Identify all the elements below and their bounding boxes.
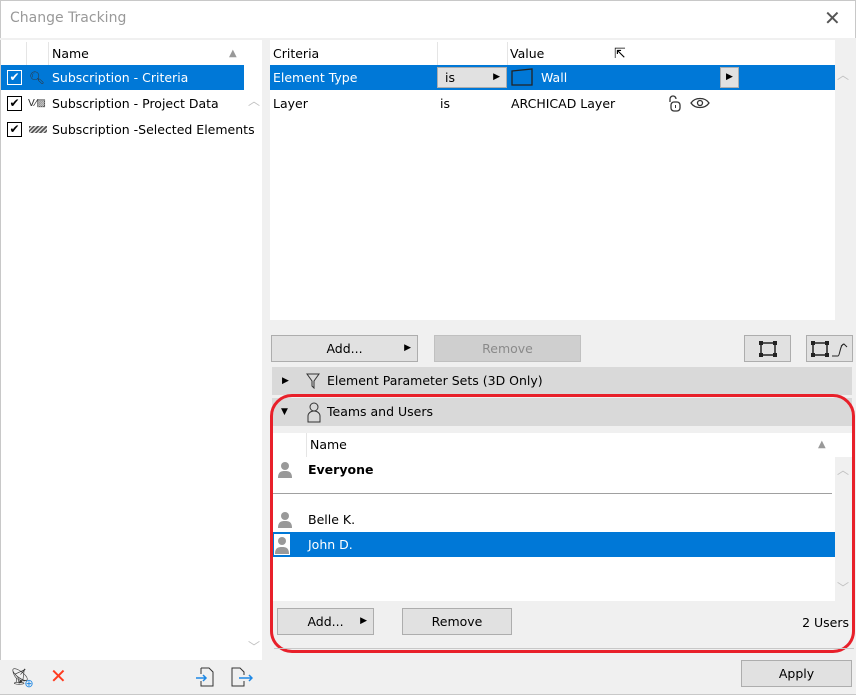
user-row[interactable]: John D. bbox=[273, 532, 835, 557]
filter-icon bbox=[306, 373, 320, 389]
unlock-icon bbox=[669, 95, 681, 112]
criteria-header: Criteria Value bbox=[270, 42, 835, 66]
user-name: Belle K. bbox=[308, 512, 356, 527]
import-icon[interactable] bbox=[196, 667, 214, 687]
criteria-value: Wall bbox=[541, 70, 568, 85]
criteria-remove-button[interactable]: Remove bbox=[434, 335, 581, 362]
subscription-label: Subscription - Criteria bbox=[52, 70, 189, 85]
mouse-cursor-icon: ⇱ bbox=[614, 46, 626, 62]
criteria-row[interactable]: Element Type is ▶ Wall ▶ bbox=[270, 65, 835, 90]
person-icon bbox=[274, 534, 290, 555]
user-count: 2 Users bbox=[802, 615, 849, 630]
criteria-name: Element Type bbox=[273, 70, 358, 85]
subscription-list[interactable]: Name ▲ ✔ 🔍︎ Subscription - Criteria ✔ V⁄… bbox=[0, 40, 262, 660]
criteria-operator: is bbox=[440, 96, 450, 111]
checkbox[interactable]: ✔ bbox=[7, 122, 22, 137]
criteria-column-header: Criteria bbox=[273, 46, 320, 61]
checkbox[interactable]: ✔ bbox=[7, 96, 22, 111]
subscription-list-header[interactable]: Name ▲ bbox=[1, 42, 244, 66]
person-icon bbox=[278, 462, 292, 478]
bounding-box-arrow-icon bbox=[810, 341, 847, 357]
export-icon[interactable] bbox=[231, 667, 254, 687]
bounding-box-icon bbox=[758, 341, 777, 357]
expand-arrow-icon[interactable]: ▶ bbox=[282, 367, 289, 395]
delete-icon[interactable]: ✕ bbox=[50, 664, 67, 688]
criteria-add-button[interactable]: Add... ▶ bbox=[271, 335, 418, 362]
select-bounds-button[interactable] bbox=[744, 335, 791, 362]
project-data-icon: V⁄▨ bbox=[28, 98, 46, 109]
section-title: Teams and Users bbox=[327, 404, 434, 419]
subscription-label: Subscription -Selected Elements bbox=[52, 122, 255, 137]
apply-button[interactable]: Apply bbox=[741, 660, 852, 687]
section-title: Element Parameter Sets (3D Only) bbox=[327, 373, 543, 388]
sort-ascending-icon: ▲ bbox=[818, 439, 826, 450]
window-title: Change Tracking bbox=[10, 10, 127, 26]
scroll-up-icon[interactable]: ︿ bbox=[248, 92, 260, 109]
criteria-search-icon: 🔍︎ bbox=[29, 70, 45, 85]
person-icon bbox=[278, 512, 292, 528]
users-list[interactable]: Name ▲ Everyone Belle K. John D. ︿ ﹀ bbox=[273, 433, 852, 601]
select-bounds-arrow-button[interactable] bbox=[806, 335, 853, 362]
sort-ascending-icon: ▲ bbox=[229, 48, 237, 59]
element-parameter-sets-section[interactable]: ▶ Element Parameter Sets (3D Only) bbox=[272, 367, 852, 395]
divider bbox=[273, 493, 832, 494]
users-add-button[interactable]: Add... ▶ bbox=[277, 608, 374, 635]
title-bar bbox=[0, 0, 856, 38]
criteria-table[interactable]: Criteria Value Element Type is ▶ Wall ▶ L… bbox=[270, 40, 852, 320]
hatch-selected-icon bbox=[29, 126, 47, 133]
criteria-name: Layer bbox=[273, 96, 308, 111]
close-icon[interactable]: ✕ bbox=[824, 6, 841, 30]
name-column-header: Name bbox=[52, 46, 89, 61]
operator-dropdown[interactable]: is ▶ bbox=[437, 67, 507, 88]
users-scrollbar[interactable]: ︿ ﹀ bbox=[835, 457, 852, 601]
value-dropdown-button[interactable]: ▶ bbox=[720, 67, 739, 88]
wall-icon bbox=[511, 68, 533, 86]
users-header: Name ▲ bbox=[273, 433, 835, 457]
scroll-down-icon[interactable]: ﹀ bbox=[248, 638, 260, 655]
subscription-item[interactable]: ✔ 🔍︎ Subscription - Criteria bbox=[1, 65, 244, 90]
user-name: John D. bbox=[308, 537, 353, 552]
new-subscription-icon[interactable]: 📡︎⊕ bbox=[10, 667, 40, 690]
user-icon bbox=[307, 402, 321, 423]
value-column-header: Value bbox=[510, 46, 545, 61]
user-row-everyone[interactable]: Everyone bbox=[273, 457, 835, 482]
name-column-header: Name bbox=[310, 437, 347, 452]
user-row[interactable]: Belle K. bbox=[273, 507, 835, 532]
teams-users-section[interactable]: ▼ Teams and Users bbox=[272, 398, 852, 426]
checkbox[interactable]: ✔ bbox=[7, 70, 22, 85]
criteria-value: ARCHICAD Layer bbox=[511, 96, 616, 111]
divider bbox=[274, 648, 854, 649]
subscription-item[interactable]: ✔ Subscription -Selected Elements bbox=[1, 117, 255, 142]
criteria-scrollbar[interactable]: ︿ bbox=[835, 40, 852, 320]
user-name: Everyone bbox=[308, 462, 374, 477]
users-remove-button[interactable]: Remove bbox=[402, 608, 512, 635]
visibility-eye-icon bbox=[690, 97, 710, 109]
subscription-item[interactable]: ✔ V⁄▨ Subscription - Project Data bbox=[1, 91, 244, 116]
collapse-arrow-icon[interactable]: ▼ bbox=[281, 398, 288, 426]
subscription-label: Subscription - Project Data bbox=[52, 96, 219, 111]
criteria-row[interactable]: Layer is ARCHICAD Layer bbox=[270, 91, 835, 116]
